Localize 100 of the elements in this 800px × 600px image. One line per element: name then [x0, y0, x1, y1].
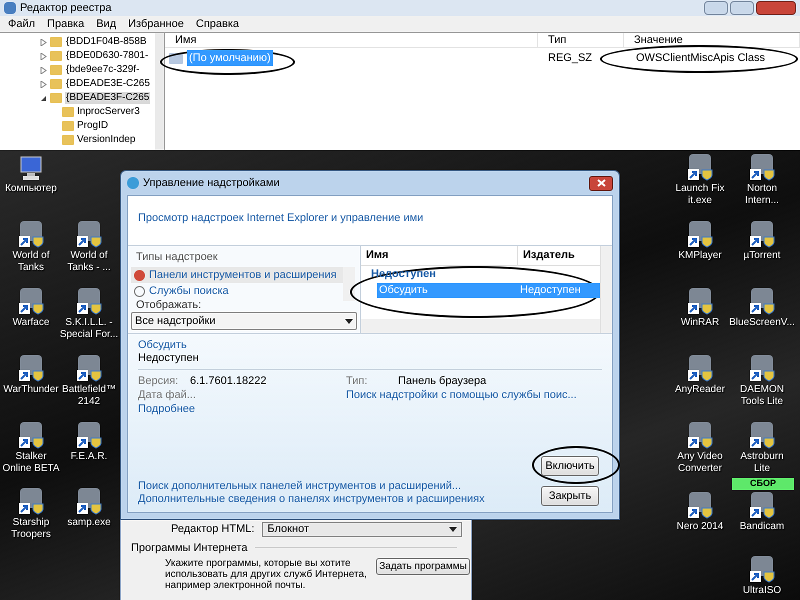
expand-arrow-icon[interactable]	[40, 52, 47, 60]
tree-item[interactable]: VersionIndep	[77, 134, 136, 146]
addon-type-item[interactable]: Панели инструментов и расширения	[131, 267, 344, 283]
column-header[interactable]: Тип	[538, 33, 624, 47]
maximize-button[interactable]	[730, 1, 754, 15]
folder-icon	[50, 93, 62, 103]
set-programs-button[interactable]: Задать программы	[376, 558, 470, 575]
app-shortcut-icon[interactable]	[17, 487, 45, 515]
desktop-icon-label[interactable]: Stalker Online BETA	[0, 451, 62, 475]
app-shortcut-icon[interactable]	[75, 487, 103, 515]
desktop-icon-label[interactable]: Battlefield™ 2142	[58, 384, 120, 408]
help-link[interactable]: Поиск дополнительных панелей инструментов и расширений...	[138, 480, 485, 493]
expand-arrow-icon[interactable]	[40, 38, 47, 46]
app-shortcut-icon[interactable]	[75, 220, 103, 248]
app-shortcut-icon[interactable]	[686, 220, 714, 248]
desktop-icon-label[interactable]: BlueScreenV...	[729, 317, 795, 329]
app-shortcut-icon[interactable]	[75, 287, 103, 315]
tree-item[interactable]: {BDD1F04B-858B	[65, 36, 148, 48]
desktop-icon-label[interactable]: UltraISO	[742, 585, 782, 597]
enable-button[interactable]: Включить	[541, 456, 599, 476]
folder-icon	[50, 51, 62, 61]
desktop-icon-label[interactable]: S.K.I.L.L. - Special For...	[58, 317, 120, 341]
menu-item[interactable]: Правка	[47, 16, 84, 32]
close-button[interactable]	[756, 1, 796, 15]
desktop-icon-label[interactable]: WarThunder	[3, 384, 59, 396]
show-dropdown[interactable]: Все надстройки	[131, 312, 357, 330]
column-header[interactable]: Имя	[165, 33, 538, 47]
tree-item[interactable]: {BDEADE3E-C265	[65, 78, 151, 90]
app-shortcut-icon[interactable]	[17, 354, 45, 382]
computer-icon[interactable]	[18, 155, 44, 181]
desktop-icon-label[interactable]: Starship Troopers	[0, 517, 62, 541]
column-header[interactable]: Имя	[361, 246, 518, 265]
app-shortcut-icon[interactable]	[748, 220, 776, 248]
dropdown-arrow-icon	[345, 318, 353, 324]
folder-icon	[62, 121, 74, 131]
tree-item[interactable]: {bde9ee7c-329f-	[65, 64, 140, 76]
collapse-arrow-icon[interactable]	[40, 94, 47, 102]
desktop-icon-label[interactable]: Bandicam	[740, 521, 784, 533]
column-header[interactable]: Значение	[624, 33, 800, 47]
desktop-icon-label[interactable]: F.E.A.R.	[70, 451, 108, 463]
app-shortcut-icon[interactable]	[75, 421, 103, 449]
app-shortcut-icon[interactable]	[17, 220, 45, 248]
more-link[interactable]: Подробнее	[138, 402, 602, 416]
app-shortcut-icon[interactable]	[75, 354, 103, 382]
dropdown-arrow-icon	[449, 526, 458, 532]
string-value-icon	[169, 52, 183, 64]
app-shortcut-icon[interactable]	[686, 287, 714, 315]
section-label: Типы надстроек	[136, 251, 219, 264]
menu-item[interactable]: Вид	[96, 16, 116, 32]
desktop-icon-label[interactable]: DAEMON Tools Lite	[731, 384, 793, 408]
desktop-icon-label[interactable]: Any Video Converter	[669, 451, 731, 475]
tree-item[interactable]: {BDEADE3F-C265	[65, 92, 150, 104]
value-type: REG_SZ	[547, 50, 594, 66]
addon-type-item[interactable]: Службы поиска	[131, 283, 344, 299]
app-shortcut-icon[interactable]	[748, 555, 776, 583]
menu-item[interactable]: Справка	[196, 16, 240, 32]
header-text: Просмотр надстроек Internet Explorer и управление ими	[138, 212, 424, 224]
close-button[interactable]	[589, 176, 613, 190]
desktop-icon-label[interactable]: µTorrent	[744, 250, 780, 262]
app-shortcut-icon[interactable]	[748, 421, 776, 449]
help-link[interactable]: Дополнительные сведения о панелях инструментов и расширениях	[138, 493, 485, 506]
addon-name: Обсудить	[138, 339, 188, 352]
app-shortcut-icon[interactable]	[17, 421, 45, 449]
app-shortcut-icon[interactable]	[748, 491, 776, 519]
app-shortcut-icon[interactable]	[17, 287, 45, 315]
minimize-button[interactable]	[704, 1, 728, 15]
tree-item[interactable]: ProgID	[77, 120, 108, 132]
desktop-icon-label[interactable]: Norton Intern...	[731, 183, 793, 207]
desktop-icon-label[interactable]: samp.exe	[67, 517, 111, 529]
desktop-icon-label[interactable]: AnyReader	[674, 384, 726, 396]
app-shortcut-icon[interactable]	[686, 491, 714, 519]
window-title: Редактор реестра	[20, 0, 113, 16]
folder-icon	[62, 107, 74, 117]
addon-publisher: Недоступен	[520, 283, 581, 298]
dialog-title: Управление надстройками	[143, 176, 281, 191]
tree-item[interactable]: InprocServer3	[77, 106, 140, 118]
folder-icon	[62, 135, 74, 145]
menu-item[interactable]: Избранное	[128, 16, 184, 32]
expand-arrow-icon[interactable]	[40, 80, 47, 88]
app-shortcut-icon[interactable]	[686, 153, 714, 181]
desktop-icon-label[interactable]: Warface	[12, 317, 50, 329]
field-label: Редактор HTML:	[171, 522, 254, 537]
column-header[interactable]: Издатель	[518, 246, 600, 265]
desktop-icon-label[interactable]: Компьютер	[5, 183, 57, 195]
expand-arrow-icon[interactable]	[40, 66, 47, 74]
desktop-icon-label[interactable]: KMPlayer	[678, 250, 722, 262]
desktop-icon-label[interactable]: Astroburn Lite	[731, 451, 793, 475]
app-shortcut-icon[interactable]	[686, 421, 714, 449]
app-shortcut-icon[interactable]	[748, 287, 776, 315]
tree-item[interactable]: {BDE0D630-7801-	[65, 50, 150, 62]
menu-item[interactable]: Файл	[8, 16, 36, 32]
html-editor-dropdown[interactable]: Блокнот	[262, 522, 462, 537]
desktop-icon-label[interactable]: WinRAR	[680, 317, 720, 329]
desktop-icon-label[interactable]: Nero 2014	[676, 521, 724, 533]
search-addon-link[interactable]: Поиск надстройки с помощью службы поис...	[346, 388, 602, 402]
app-shortcut-icon[interactable]	[748, 153, 776, 181]
app-shortcut-icon[interactable]	[686, 354, 714, 382]
desktop-icon-label[interactable]: Launch Fix it.exe	[669, 183, 731, 207]
app-shortcut-icon[interactable]	[748, 354, 776, 382]
close-dialog-button[interactable]: Закрыть	[541, 486, 599, 506]
